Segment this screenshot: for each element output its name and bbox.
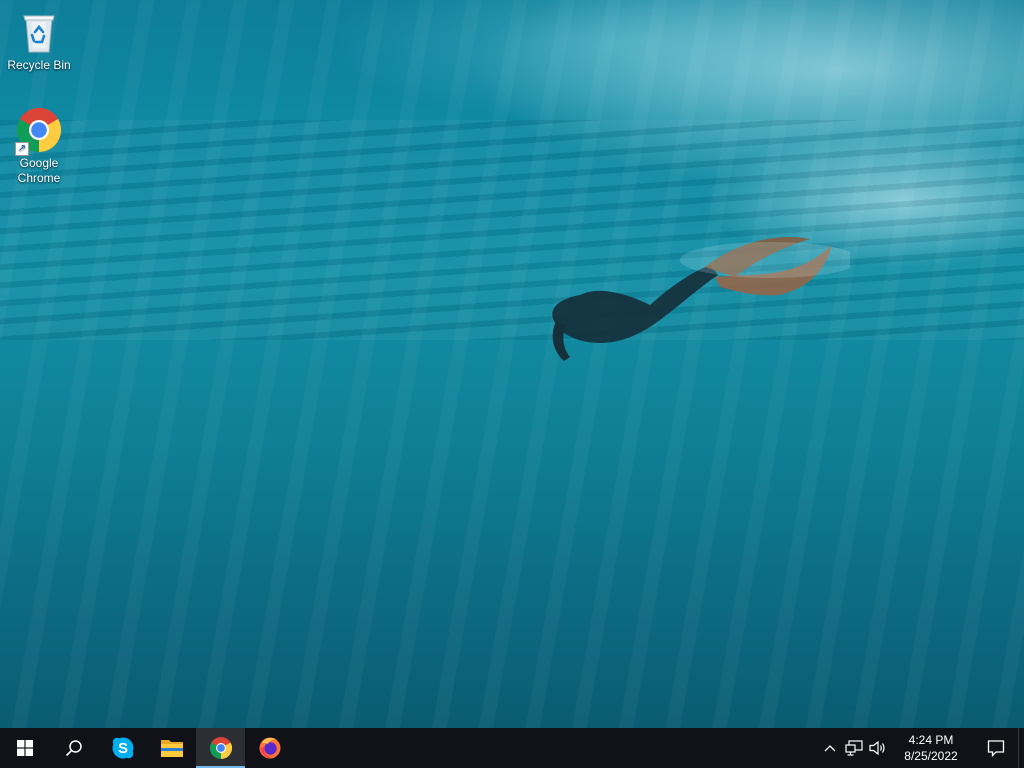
volume-icon — [869, 740, 885, 756]
taskbar-app-file-explorer[interactable] — [147, 728, 196, 768]
network-button[interactable] — [842, 728, 866, 768]
desktop-wallpaper: Recycle Bin ↗ Google Chrome — [0, 0, 1024, 728]
show-hidden-icons-button[interactable] — [818, 728, 842, 768]
volume-button[interactable] — [866, 728, 890, 768]
desktop-icon-label: Google Chrome — [17, 156, 61, 185]
search-icon — [65, 740, 82, 757]
clock-date: 8/25/2022 — [904, 749, 958, 763]
windows-start-icon — [16, 740, 33, 756]
action-center-icon — [987, 740, 1005, 757]
start-button[interactable] — [0, 728, 49, 768]
chrome-icon: ↗ — [15, 106, 63, 156]
taskbar-app-firefox[interactable] — [245, 728, 294, 768]
desktop-icon-recycle-bin[interactable]: Recycle Bin — [1, 8, 77, 73]
firefox-icon — [259, 737, 280, 759]
taskbar-app-google-chrome[interactable] — [196, 728, 245, 768]
shortcut-arrow-icon: ↗ — [15, 142, 29, 156]
taskbar-clock[interactable]: 4:24 PM 8/25/2022 — [894, 732, 968, 764]
diver-image — [552, 237, 850, 361]
taskbar: S 4:24 PM 8/25/2022 — [0, 728, 1024, 768]
light-rays — [0, 0, 1024, 728]
network-icon — [845, 740, 863, 756]
action-center-button[interactable] — [974, 728, 1018, 768]
taskbar-app-skype[interactable]: S — [98, 728, 147, 768]
clock-time: 4:24 PM — [908, 733, 954, 747]
svg-text:S: S — [117, 740, 127, 757]
desktop-icon-google-chrome[interactable]: ↗ Google Chrome — [1, 106, 77, 186]
recycle-bin-icon — [15, 8, 63, 56]
chrome-icon — [209, 737, 232, 759]
search-button[interactable] — [49, 728, 98, 768]
skype-icon: S — [112, 737, 133, 759]
file-explorer-icon — [160, 740, 183, 757]
desktop-icon-label: Recycle Bin — [7, 58, 71, 72]
chevron-up-icon — [824, 745, 836, 752]
show-desktop-button[interactable] — [1018, 728, 1024, 768]
system-tray: 4:24 PM 8/25/2022 — [818, 728, 1024, 768]
